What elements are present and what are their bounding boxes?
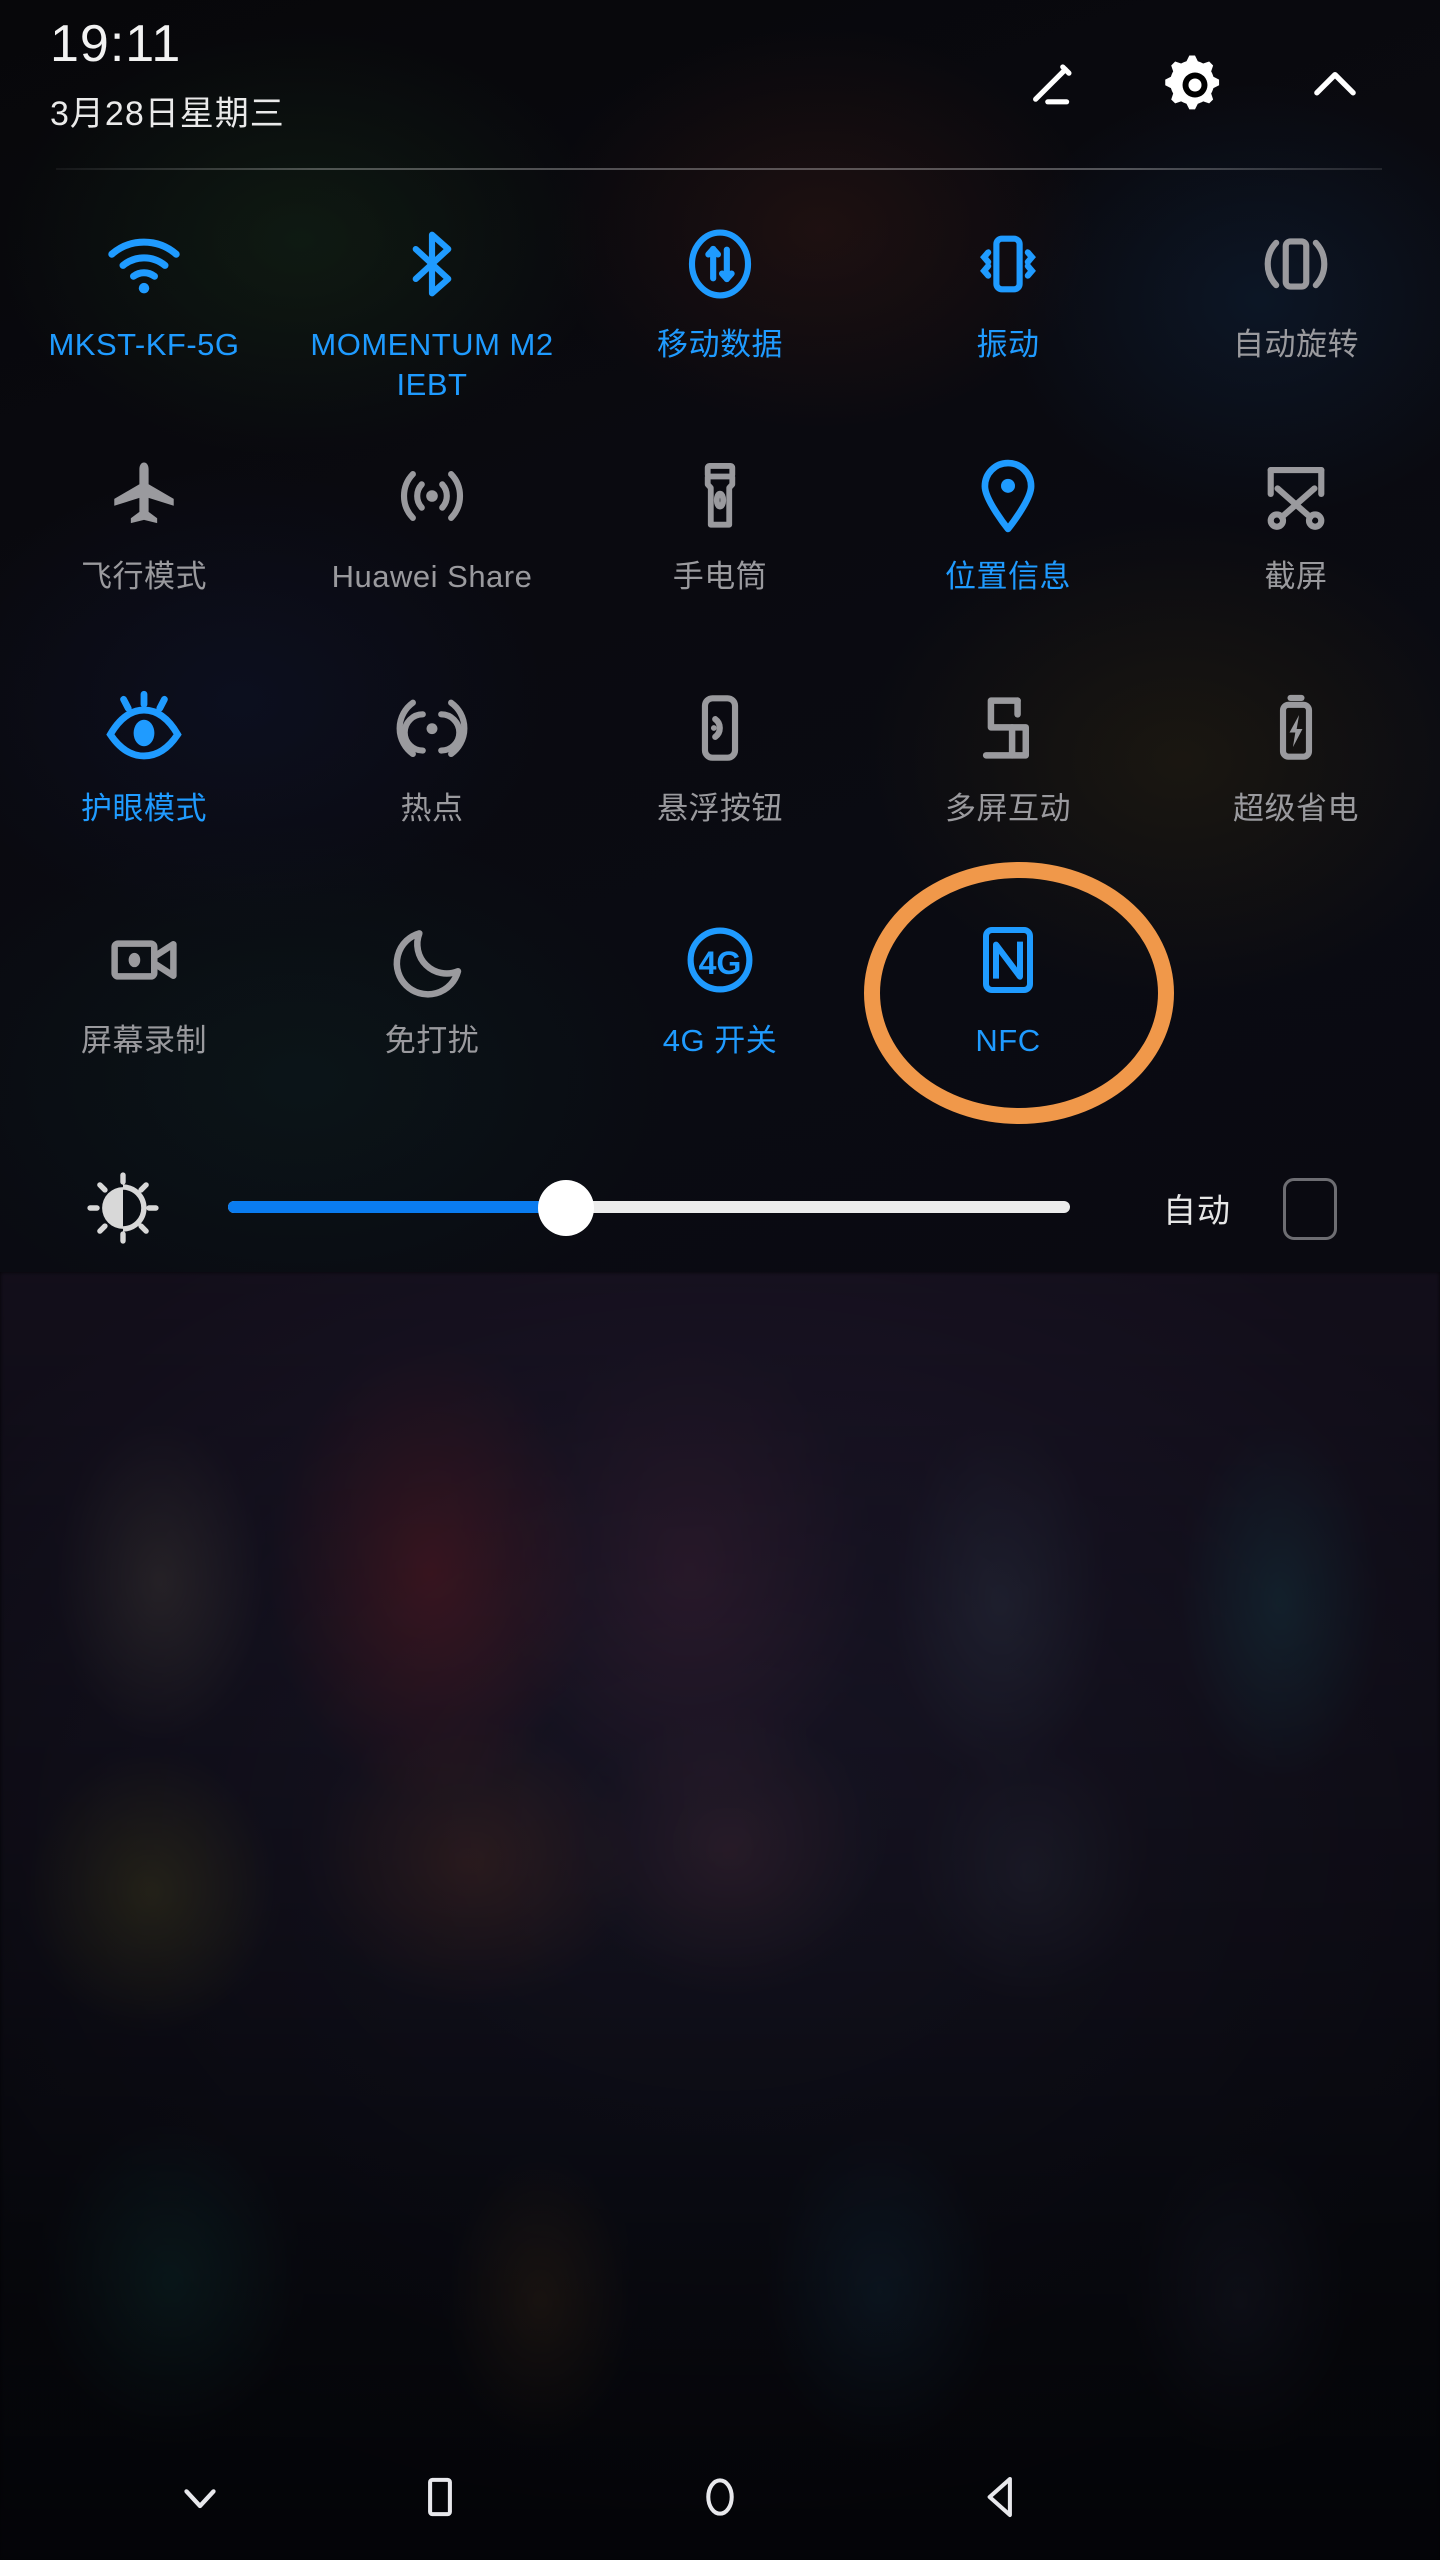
tile-mobile-data[interactable]: 移动数据 [576,195,864,427]
circle-icon[interactable] [660,2454,780,2540]
edit-icon[interactable] [1010,40,1100,130]
tile-multi-screen[interactable]: 多屏互动 [864,659,1152,891]
wallpaper-vignette [0,1272,1440,2560]
tile-label: Huawei Share [331,559,533,594]
settings-gear-icon[interactable] [1150,40,1240,130]
tile-do-not-disturb[interactable]: 免打扰 [288,891,576,1123]
tile-eye-comfort[interactable]: 护眼模式 [0,659,288,891]
svg-text:4G: 4G [699,945,742,981]
bluetooth-icon [393,221,471,307]
auto-rotate-icon [1255,221,1337,307]
battery-bolt-icon [1255,685,1337,771]
vibrate-icon [967,221,1049,307]
tile-label: NFC [975,1023,1041,1058]
hotspot-icon [391,685,473,771]
moon-icon [391,917,473,1003]
mobile-data-icon [679,221,761,307]
location-pin-icon [966,453,1050,539]
phone-screen: 19:11 3月28日星期三 MKST-KF-5G MOMENTUM M2 IE… [0,0,1440,2560]
brightness-slider-fill [228,1201,570,1213]
square-icon[interactable] [380,2454,500,2540]
brightness-slider[interactable] [228,1201,1070,1213]
tile-label: 超级省电 [1233,791,1359,826]
tile-label: 4G 开关 [662,1023,778,1058]
clock-date: 3月28日星期三 [50,95,285,133]
tile-screenshot[interactable]: 截屏 [1152,427,1440,659]
tile-label: 护眼模式 [81,791,207,826]
brightness-icon [85,1170,161,1246]
tile-label: 多屏互动 [945,791,1071,826]
tile-label: 振动 [976,327,1040,362]
tile-screen-record[interactable]: 屏幕录制 [0,891,288,1123]
tile-vibrate[interactable]: 振动 [864,195,1152,427]
video-camera-icon [103,917,185,1003]
clock-time: 19:11 [50,15,182,73]
tile-label: MOMENTUM M2 IEBT [310,327,554,402]
tile-label: 移动数据 [657,327,783,362]
huawei-share-icon [391,453,473,539]
chevron-down-icon[interactable] [140,2454,260,2540]
tile-label: 手电筒 [672,559,768,594]
scissors-icon [1255,453,1337,539]
tile-auto-rotate[interactable]: 自动旋转 [1152,195,1440,427]
navigation-bar [0,2430,1440,2560]
header-divider [56,168,1382,170]
tile-flashlight[interactable]: 手电筒 [576,427,864,659]
wifi-icon [102,221,186,307]
tile-huawei-share[interactable]: Huawei Share [288,427,576,659]
multi-screen-icon [967,685,1049,771]
flashlight-icon [679,453,761,539]
tile-label: 位置信息 [945,559,1071,594]
tile-label: 飞行模式 [81,559,207,594]
status-header: 19:11 3月28日星期三 [0,0,1440,170]
tile-wifi[interactable]: MKST-KF-5G [0,195,288,427]
quick-settings-panel: 19:11 3月28日星期三 MKST-KF-5G MOMENTUM M2 IE… [0,0,1440,1272]
tile-nfc[interactable]: NFC [864,891,1152,1123]
auto-brightness-checkbox[interactable] [1283,1178,1337,1240]
tile-label: MKST-KF-5G [48,327,240,362]
tile-label: 截屏 [1264,559,1328,594]
tile-label: 免打扰 [384,1023,480,1058]
tile-label: 悬浮按钮 [657,791,783,826]
4g-icon: 4G [679,917,761,1003]
tile-label: 自动旋转 [1233,327,1359,362]
airplane-icon [103,453,185,539]
quick-settings-grid: MKST-KF-5G MOMENTUM M2 IEBT 移动数据 振动 自动旋转… [0,195,1440,1123]
tile-label: 屏幕录制 [81,1023,207,1058]
tile-hotspot[interactable]: 热点 [288,659,576,891]
auto-brightness-label: 自动 [1163,1192,1231,1229]
tile-floating-button[interactable]: 悬浮按钮 [576,659,864,891]
triangle-left-icon[interactable] [940,2454,1060,2540]
nfc-icon [968,917,1048,1003]
brightness-row: 自动 [0,1140,1440,1272]
eye-icon [101,685,187,771]
tile-airplane-mode[interactable]: 飞行模式 [0,427,288,659]
tile-bluetooth[interactable]: MOMENTUM M2 IEBT [288,195,576,427]
tile-4g-switch[interactable]: 4G 4G 开关 [576,891,864,1123]
tile-ultra-power-saving[interactable]: 超级省电 [1152,659,1440,891]
tile-label: 热点 [400,791,464,826]
chevron-up-icon[interactable] [1290,40,1380,130]
tile-location[interactable]: 位置信息 [864,427,1152,659]
tile-empty-slot [1152,891,1440,1123]
floating-button-icon [679,685,761,771]
brightness-slider-thumb[interactable] [538,1180,594,1236]
